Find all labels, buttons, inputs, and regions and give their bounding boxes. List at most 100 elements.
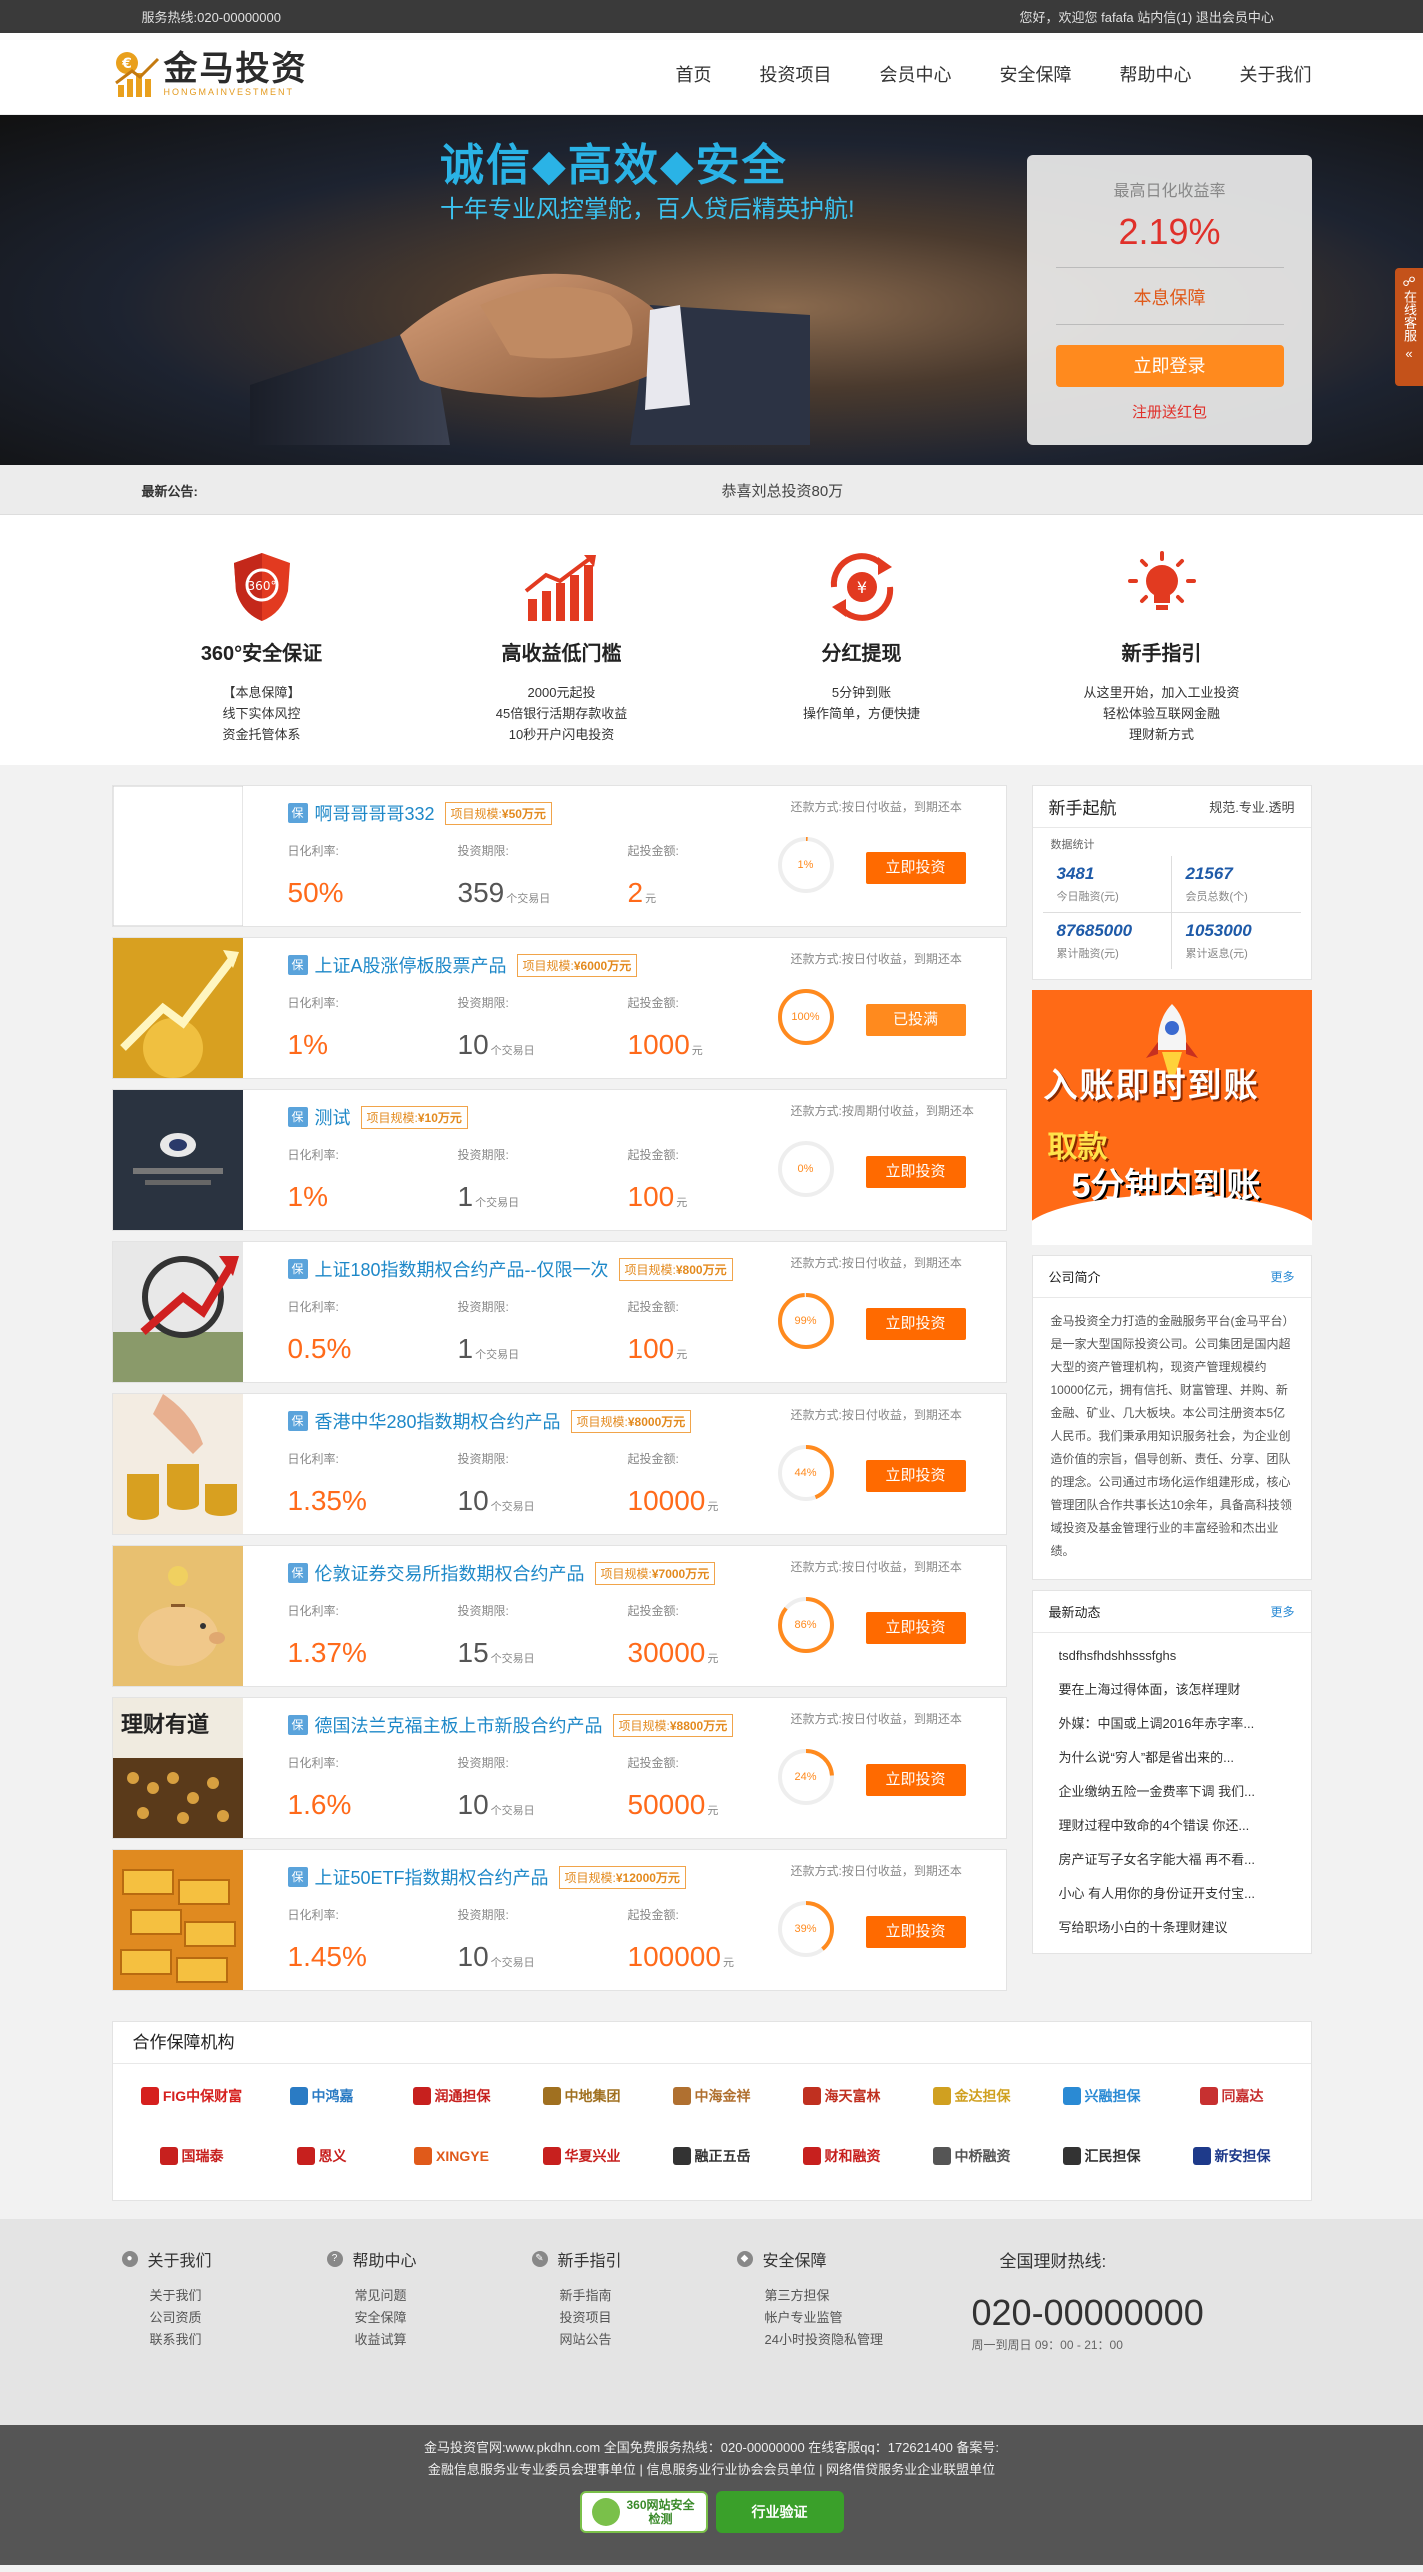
feature-high-yield[interactable]: 高收益低门槛 2000元起投 45倍银行活期存款收益 10秒开户闪电投资 bbox=[432, 547, 692, 745]
footer-link[interactable]: 24小时投资隐私管理 bbox=[765, 2329, 942, 2351]
nav-security[interactable]: 安全保障 bbox=[1000, 61, 1072, 87]
partner-logo[interactable]: 中地集团 bbox=[517, 2074, 647, 2118]
product-image[interactable] bbox=[112, 1242, 243, 1382]
product-card[interactable]: 保 上证180指数期权合约产品--仅限一次 项目规模:¥800万元 还款方式:按… bbox=[111, 1241, 1007, 1383]
partner-logo[interactable]: 润通担保 bbox=[387, 2074, 517, 2118]
partner-logo[interactable]: 汇民担保 bbox=[1037, 2134, 1167, 2178]
product-image[interactable] bbox=[112, 1546, 243, 1686]
news-item[interactable]: 企业缴纳五险一金费率下调 我们... bbox=[1059, 1775, 1293, 1809]
invest-now-button[interactable]: 立即投资 bbox=[865, 1612, 966, 1644]
news-item[interactable]: 要在上海过得体面，该怎样理财 bbox=[1059, 1673, 1293, 1707]
nav-home[interactable]: 首页 bbox=[676, 61, 712, 87]
partner-logo[interactable]: 同嘉达 bbox=[1167, 2074, 1297, 2118]
guarantee-badge: 保 bbox=[287, 955, 308, 975]
progress-ring: 100% bbox=[775, 986, 837, 1048]
partner-logo[interactable]: 海天富林 bbox=[777, 2074, 907, 2118]
footer-link[interactable]: 安全保障 bbox=[355, 2307, 532, 2329]
product-title[interactable]: 伦敦证券交易所指数期权合约产品 bbox=[315, 1560, 585, 1586]
footer-link[interactable]: 第三方担保 bbox=[765, 2285, 942, 2307]
product-title[interactable]: 香港中华280指数期权合约产品 bbox=[315, 1408, 561, 1434]
product-card[interactable]: 保 香港中华280指数期权合约产品 项目规模:¥8000万元 还款方式:按日付收… bbox=[111, 1393, 1007, 1535]
invest-now-button[interactable]: 立即投资 bbox=[865, 852, 966, 884]
invest-now-button[interactable]: 立即投资 bbox=[865, 1156, 966, 1188]
product-title[interactable]: 啊哥哥哥哥332 bbox=[315, 800, 435, 826]
news-item[interactable]: 理财过程中致命的4个错误 你还... bbox=[1059, 1809, 1293, 1843]
footer-link[interactable]: 投资项目 bbox=[560, 2307, 737, 2329]
product-image[interactable] bbox=[112, 1090, 243, 1230]
partner-logo[interactable]: 华夏兴业 bbox=[517, 2134, 647, 2178]
security-badge[interactable]: 360网站安全检测 bbox=[579, 2491, 708, 2533]
partner-logo[interactable]: XINGYE bbox=[387, 2134, 517, 2178]
news-item[interactable]: tsdfhsfhdshhsssfghs bbox=[1059, 1639, 1293, 1673]
footer-link[interactable]: 常见问题 bbox=[355, 2285, 532, 2307]
footer-link[interactable]: 网站公告 bbox=[560, 2329, 737, 2351]
product-card[interactable]: 保 上证A股涨停板股票产品 项目规模:¥6000万元 还款方式:按日付收益，到期… bbox=[111, 937, 1007, 1079]
product-card[interactable]: 保 测试 项目规模:¥10万元 还款方式:按周期付收益，到期还本 日化利率: 1… bbox=[111, 1089, 1007, 1231]
footer-link[interactable]: 公司资质 bbox=[150, 2307, 327, 2329]
period-value: 1 bbox=[457, 1333, 474, 1364]
fully-funded-button[interactable]: 已投满 bbox=[865, 1004, 966, 1036]
nav-member-center[interactable]: 会员中心 bbox=[880, 61, 952, 87]
logout-link[interactable]: 退出会员中心 bbox=[1196, 10, 1274, 25]
product-title[interactable]: 上证A股涨停板股票产品 bbox=[315, 952, 507, 978]
min-unit: 元 bbox=[676, 1349, 688, 1361]
footer-link[interactable]: 帐户专业监管 bbox=[765, 2307, 942, 2329]
partner-logo[interactable]: 恩义 bbox=[257, 2134, 387, 2178]
partner-logo[interactable]: 金达担保 bbox=[907, 2074, 1037, 2118]
feature-dividend[interactable]: ¥ 分红提现 5分钟到账 操作简单，方便快捷 bbox=[732, 547, 992, 745]
product-image[interactable] bbox=[112, 1394, 243, 1534]
news-item[interactable]: 房产证写子女名字能大福 再不看... bbox=[1059, 1843, 1293, 1877]
product-image[interactable] bbox=[112, 1850, 243, 1990]
industry-badge[interactable]: 行业验证 bbox=[715, 2491, 844, 2533]
product-card[interactable]: 保 啊哥哥哥哥332 项目规模:¥50万元 还款方式:按日付收益，到期还本 日化… bbox=[111, 785, 1007, 927]
product-image[interactable] bbox=[112, 786, 243, 926]
news-item[interactable]: 为什么说“穷人”都是省出来的... bbox=[1059, 1741, 1293, 1775]
invest-now-button[interactable]: 立即投资 bbox=[865, 1308, 966, 1340]
membership-info: 金融信息服务业专业委员会理事单位 | 信息服务业行业协会会员单位 | 网络借贷服… bbox=[427, 2462, 996, 2477]
promo-banner[interactable]: 入账即时到账 取款 5分钟内到账 bbox=[1031, 990, 1312, 1245]
feature-guide[interactable]: 新手指引 从这里开始，加入工业投资 轻松体验互联网金融 理财新方式 bbox=[1032, 547, 1292, 745]
news-item[interactable]: 小心 有人用你的身份证开支付宝... bbox=[1059, 1877, 1293, 1911]
notice-text[interactable]: 恭喜刘总投资80万 bbox=[722, 480, 844, 501]
partner-logo[interactable]: 中桥融资 bbox=[907, 2134, 1037, 2178]
invest-now-button[interactable]: 立即投资 bbox=[865, 1764, 966, 1796]
product-title[interactable]: 上证180指数期权合约产品--仅限一次 bbox=[315, 1256, 609, 1282]
footer-link[interactable]: 联系我们 bbox=[150, 2329, 327, 2351]
partner-logo[interactable]: 财和融资 bbox=[777, 2134, 907, 2178]
invest-now-button[interactable]: 立即投资 bbox=[865, 1460, 966, 1492]
intro-more-link[interactable]: 更多 bbox=[1270, 1268, 1294, 1285]
news-item[interactable]: 外媒：中国或上调2016年赤字率... bbox=[1059, 1707, 1293, 1741]
partner-logo[interactable]: 国瑞泰 bbox=[127, 2134, 257, 2178]
product-card[interactable]: 理财有道 保 德国法兰克福主板上市新股合约产品 项目规模:¥8800万元 还款方… bbox=[111, 1697, 1007, 1839]
partner-logo[interactable]: 中鸿嘉 bbox=[257, 2074, 387, 2118]
product-card[interactable]: 保 伦敦证券交易所指数期权合约产品 项目规模:¥7000万元 还款方式:按日付收… bbox=[111, 1545, 1007, 1687]
product-title[interactable]: 上证50ETF指数期权合约产品 bbox=[315, 1864, 549, 1890]
partner-logo[interactable]: 融正五岳 bbox=[647, 2134, 777, 2178]
login-button[interactable]: 立即登录 bbox=[1055, 345, 1284, 387]
register-link[interactable]: 注册送红包 bbox=[1027, 401, 1312, 422]
partner-logo[interactable]: 兴融担保 bbox=[1037, 2074, 1167, 2118]
feature-desc: 从这里开始，加入工业投资 轻松体验互联网金融 理财新方式 bbox=[1083, 685, 1240, 742]
partner-logo[interactable]: 新安担保 bbox=[1167, 2134, 1297, 2178]
invest-now-button[interactable]: 立即投资 bbox=[865, 1916, 966, 1948]
nav-about[interactable]: 关于我们 bbox=[1240, 61, 1312, 87]
online-service-tab[interactable]: ☍ 在线客服 « bbox=[1395, 268, 1423, 386]
footer-link[interactable]: 收益试算 bbox=[355, 2329, 532, 2351]
nav-help[interactable]: 帮助中心 bbox=[1120, 61, 1192, 87]
news-item[interactable]: 写给职场小白的十条理财建议 bbox=[1059, 1911, 1293, 1945]
partner-logo[interactable]: FIG中保财富 bbox=[127, 2074, 257, 2118]
messages-link[interactable]: 站内信(1) bbox=[1137, 10, 1192, 25]
logo[interactable]: € 金马投资 HONGMAINVESTMENT bbox=[112, 49, 308, 99]
product-image[interactable] bbox=[112, 938, 243, 1078]
news-more-link[interactable]: 更多 bbox=[1270, 1603, 1294, 1620]
footer-link[interactable]: 关于我们 bbox=[150, 2285, 327, 2307]
product-title[interactable]: 德国法兰克福主板上市新股合约产品 bbox=[315, 1712, 603, 1738]
partner-logo[interactable]: 中海金祥 bbox=[647, 2074, 777, 2118]
product-image[interactable]: 理财有道 bbox=[112, 1698, 243, 1838]
nav-projects[interactable]: 投资项目 bbox=[760, 61, 832, 87]
username-link[interactable]: fafafa bbox=[1101, 10, 1134, 25]
feature-security[interactable]: 360° 360°安全保证 【本息保障】 线下实体风控 资金托管体系 bbox=[132, 547, 392, 745]
footer-link[interactable]: 新手指南 bbox=[560, 2285, 737, 2307]
product-card[interactable]: 保 上证50ETF指数期权合约产品 项目规模:¥12000万元 还款方式:按日付… bbox=[111, 1849, 1007, 1991]
product-title[interactable]: 测试 bbox=[315, 1104, 351, 1130]
